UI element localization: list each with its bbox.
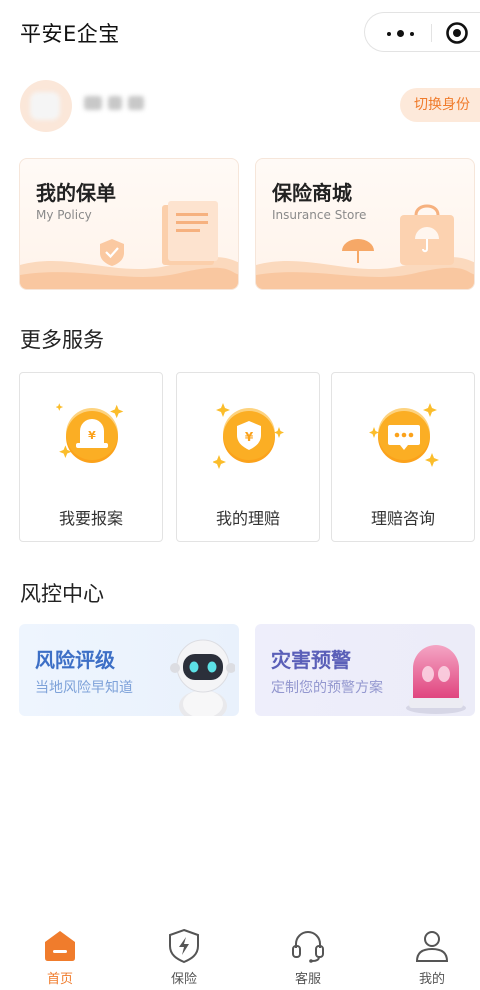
bottom-tab-bar: 首页 保险 客服 我的 — [0, 918, 480, 990]
user-icon — [415, 931, 449, 962]
svg-text:¥: ¥ — [88, 429, 96, 442]
my-claims-tile[interactable]: ¥ 我的理赔 — [176, 372, 320, 542]
tab-label: 首页 — [46, 972, 73, 987]
card-subtitle: Insurance Store — [272, 208, 367, 222]
tab-label: 我的 — [418, 972, 445, 987]
risk-card-subtitle: 当地风险早知道 — [35, 680, 133, 696]
card-subtitle: My Policy — [36, 208, 92, 222]
risk-section-title: 风控中心 — [20, 582, 104, 606]
switch-identity-button[interactable]: 切换身份 — [400, 88, 480, 122]
tab-label: 客服 — [294, 972, 321, 987]
umbrella-icon — [342, 239, 374, 263]
tile-label: 理赔咨询 — [370, 509, 435, 528]
risk-card-title: 风险评级 — [35, 648, 115, 672]
insurance-shield-icon — [169, 928, 199, 964]
my-policy-card[interactable]: 我的保单 My Policy — [19, 158, 239, 290]
alarm-light-icon — [406, 645, 466, 714]
capsule-divider — [431, 24, 432, 42]
more-dots-icon[interactable] — [383, 23, 419, 43]
tab-customer-service[interactable]: 客服 — [248, 918, 368, 990]
risk-card-title: 灾害预警 — [271, 648, 351, 672]
target-circle-icon[interactable] — [445, 21, 469, 45]
services-section-title: 更多服务 — [20, 328, 104, 352]
tab-home[interactable]: 首页 — [0, 918, 120, 990]
card-title: 我的保单 — [36, 181, 116, 205]
risk-card-subtitle: 定制您的预警方案 — [271, 680, 383, 696]
top-bar: 平安E企宝 — [0, 0, 480, 64]
mini-program-capsule — [364, 12, 480, 52]
risk-rating-card[interactable]: 风险评级 当地风险早知道 — [19, 624, 239, 716]
headset-icon — [292, 931, 324, 963]
tile-label: 我要报案 — [58, 509, 123, 528]
report-case-icon: ¥ — [56, 403, 124, 463]
tab-label: 保险 — [170, 972, 197, 987]
insurance-store-card[interactable]: 保险商城 Insurance Store — [255, 158, 475, 290]
consult-chat-icon — [369, 403, 439, 467]
card-title: 保险商城 — [272, 181, 352, 205]
shopping-bag-icon — [400, 204, 454, 265]
tab-mine[interactable]: 我的 — [372, 918, 480, 990]
tile-label: 我的理赔 — [215, 509, 280, 528]
claim-consult-tile[interactable]: 理赔咨询 — [331, 372, 475, 542]
claim-shield-icon: ¥ — [213, 403, 284, 469]
report-case-tile[interactable]: ¥ 我要报案 — [19, 372, 163, 542]
shield-check-icon — [100, 239, 124, 266]
robot-icon — [170, 639, 235, 716]
username-blurred — [84, 92, 148, 114]
home-icon — [45, 931, 75, 961]
svg-text:¥: ¥ — [245, 430, 254, 444]
tab-insurance[interactable]: 保险 — [124, 918, 244, 990]
policy-document-icon — [162, 201, 218, 265]
disaster-warning-card[interactable]: 灾害预警 定制您的预警方案 — [255, 624, 475, 716]
avatar[interactable] — [20, 80, 72, 132]
app-title: 平安E企宝 — [20, 22, 120, 46]
